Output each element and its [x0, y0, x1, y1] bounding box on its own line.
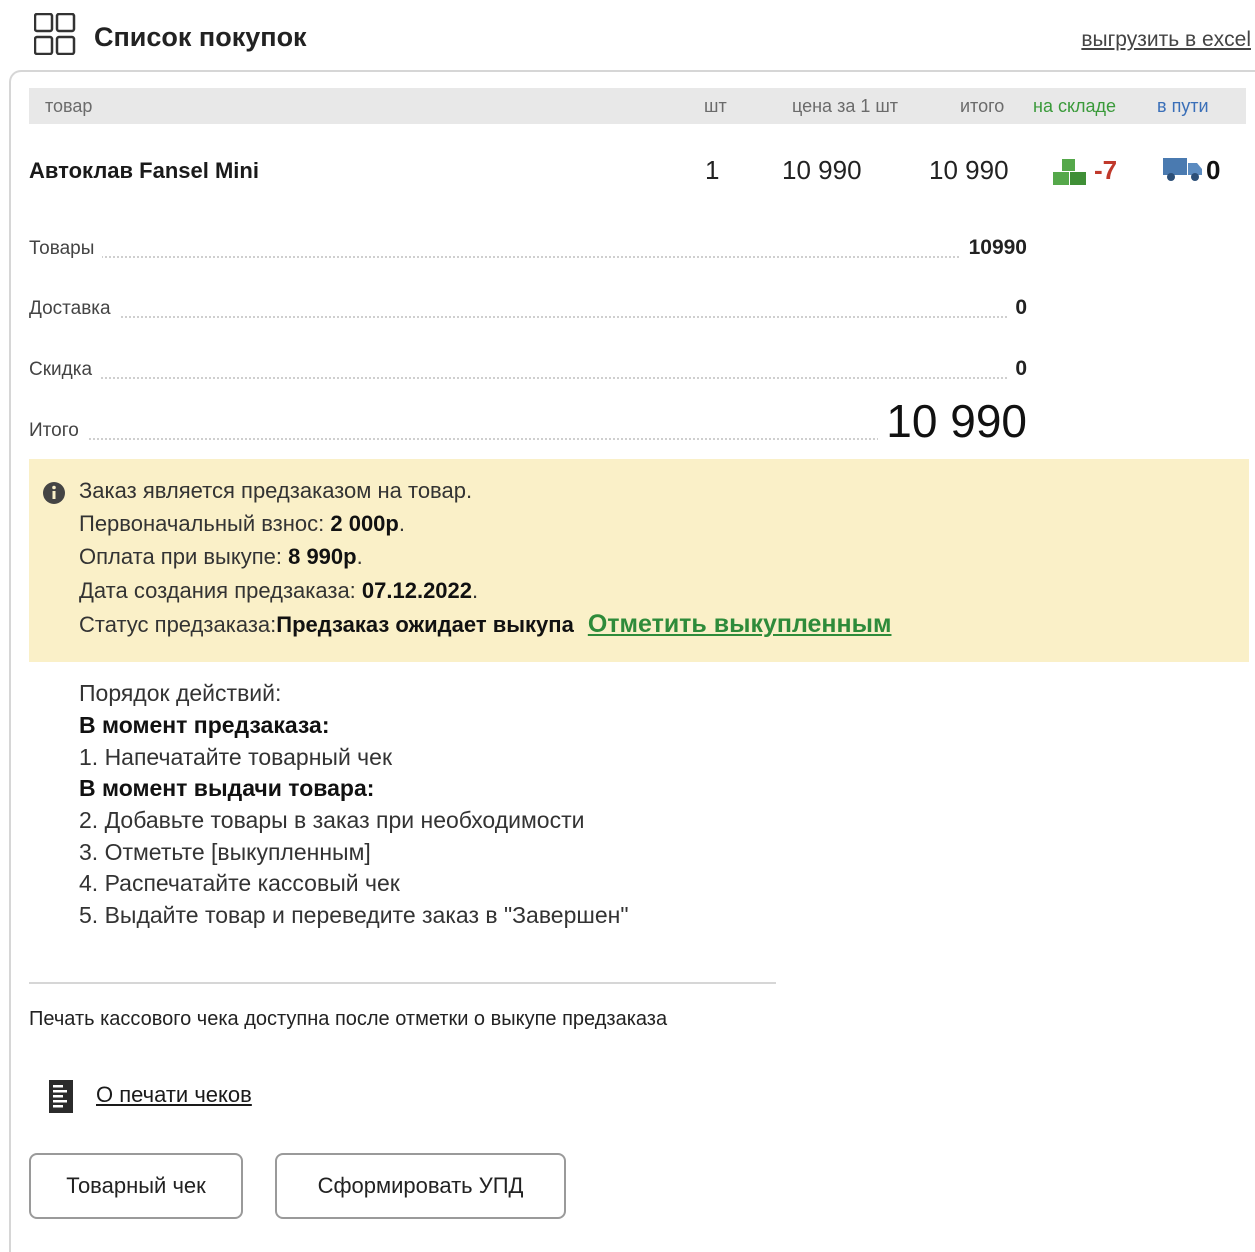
column-price: цена за 1 шт — [792, 96, 899, 116]
payment-value: 8 990р — [288, 544, 357, 569]
leader-dots — [29, 438, 1027, 440]
divider — [29, 982, 776, 984]
summary-goods-label: Товары — [29, 238, 103, 260]
steps-section: В момент предзаказа: — [79, 712, 330, 738]
status-value: Предзаказ ожидает выкупа — [276, 612, 574, 637]
summary-delivery-label: Доставка — [29, 298, 119, 320]
summary-total: Итого 10 990 — [29, 394, 1027, 448]
summary-discount: Скидка 0 — [29, 351, 1027, 381]
product-qty: 1 — [705, 155, 720, 185]
info-icon — [43, 482, 65, 504]
truck-icon — [1163, 158, 1202, 181]
leader-dots — [29, 377, 1027, 379]
period: . — [356, 544, 363, 569]
column-in-stock: на складе — [1033, 96, 1117, 116]
preorder-line: Заказ является предзаказом на товар. — [79, 478, 473, 503]
product-price: 10 990 — [782, 155, 862, 185]
summary-discount-label: Скидка — [29, 359, 101, 381]
step-item: 3. Отметьте [выкупленным] — [79, 839, 371, 865]
in-transit-value: 0 — [1206, 155, 1221, 185]
page-title: Список покупок — [94, 22, 307, 52]
step-item: 2. Добавьте товары в заказ при необходим… — [79, 807, 585, 833]
generate-upd-button[interactable]: Сформировать УПД — [275, 1153, 566, 1219]
preorder-deposit: Первоначальный взнос: 2 000р. — [79, 511, 405, 537]
summary-delivery-value: 0 — [1007, 296, 1027, 320]
step-item: 1. Напечатайте товарный чек — [79, 744, 393, 770]
step-item: 5. Выдайте товар и переведите заказ в "З… — [79, 902, 629, 928]
grid-icon — [34, 13, 76, 55]
deposit-label: Первоначальный взнос: — [79, 511, 331, 536]
column-product: товар — [45, 96, 93, 116]
period: . — [472, 578, 479, 603]
summary-goods-value: 10990 — [960, 236, 1027, 260]
preorder-payment: Оплата при выкупе: 8 990р. — [79, 544, 363, 570]
summary-total-label: Итого — [29, 420, 87, 442]
receipt-icon — [49, 1080, 73, 1113]
product-name: Автоклав Fansel Mini — [29, 158, 259, 183]
leader-dots — [29, 316, 1027, 318]
steps-section: В момент выдачи товара: — [79, 775, 375, 801]
date-label: Дата создания предзаказа: — [79, 578, 362, 603]
column-in-transit: в пути — [1157, 96, 1209, 116]
print-note: Печать кассового чека доступна после отм… — [29, 1008, 668, 1030]
product-total: 10 990 — [929, 155, 1009, 185]
column-qty: шт — [704, 96, 727, 116]
receipt-printing-link[interactable]: О печати чеков — [96, 1082, 252, 1108]
warehouse-boxes-icon — [1053, 159, 1086, 185]
summary-discount-value: 0 — [1007, 357, 1027, 381]
summary-delivery: Доставка 0 — [29, 290, 1027, 320]
step-item: 4. Распечатайте кассовый чек — [79, 870, 400, 896]
mark-redeemed-link[interactable]: Отметить выкупленным — [588, 610, 892, 638]
summary-total-value: 10 990 — [878, 394, 1027, 448]
deposit-value: 2 000р — [330, 511, 399, 536]
preorder-status: Статус предзаказа:Предзаказ ожидает выку… — [79, 610, 891, 639]
sales-receipt-button[interactable]: Товарный чек — [29, 1153, 243, 1219]
summary-goods: Товары 10990 — [29, 230, 1027, 260]
date-value: 07.12.2022 — [361, 578, 473, 603]
preorder-date: Дата создания предзаказа: 07.12.2022. — [79, 578, 478, 604]
status-label: Статус предзаказа: — [79, 612, 277, 637]
steps-heading: Порядок действий: — [79, 680, 282, 706]
leader-dots — [29, 256, 1027, 258]
in-stock-value: -7 — [1094, 155, 1118, 185]
export-excel-link[interactable]: выгрузить в excel — [1081, 28, 1251, 52]
period: . — [398, 511, 405, 536]
page-header: Список покупок выгрузить в excel — [0, 0, 1255, 70]
column-total: итого — [960, 96, 1005, 116]
payment-label: Оплата при выкупе: — [79, 544, 289, 569]
